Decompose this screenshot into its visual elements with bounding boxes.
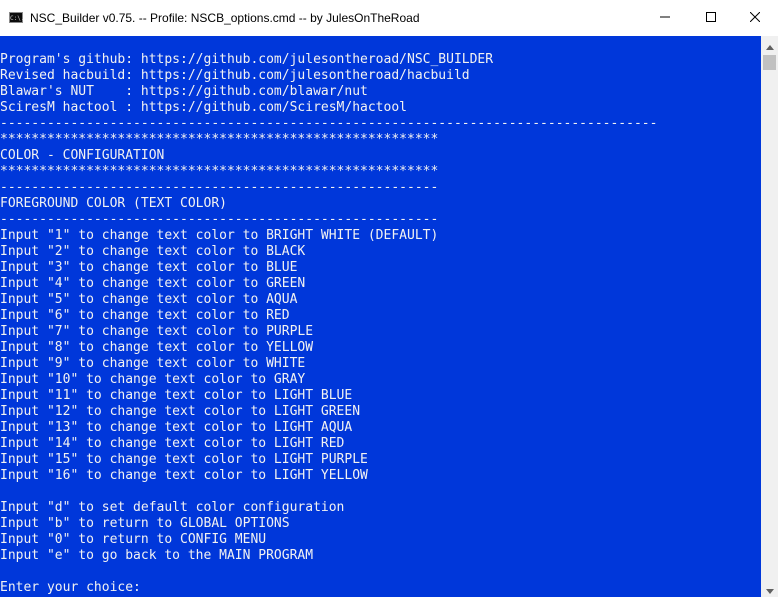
console-line: Enter your choice: — [0, 580, 141, 595]
scroll-up-arrow-icon — [765, 35, 774, 54]
console-icon: C:\. — [9, 12, 24, 23]
console-line: Input "16" to change text color to LIGHT… — [0, 468, 368, 483]
console-line: ****************************************… — [0, 164, 439, 179]
console-line: Input "13" to change text color to LIGHT… — [0, 420, 353, 435]
console-output[interactable]: Program's github: https://github.com/jul… — [0, 36, 761, 597]
console-lines: Program's github: https://github.com/jul… — [0, 52, 657, 596]
console-line: Input "0" to return to CONFIG MENU — [0, 532, 267, 547]
minimize-button[interactable] — [642, 0, 688, 36]
console-line: Revised hacbuild: https://github.com/jul… — [0, 68, 470, 83]
console-line: Input "3" to change text color to BLUE — [0, 260, 298, 275]
console-line: Input "5" to change text color to AQUA — [0, 292, 298, 307]
maximize-button[interactable] — [688, 0, 734, 36]
maximize-icon — [706, 9, 716, 27]
console-line: Input "6" to change text color to RED — [0, 308, 290, 323]
console-line: Input "7" to change text color to PURPLE — [0, 324, 314, 339]
console-line: COLOR - CONFIGURATION — [0, 148, 165, 163]
console-window: C:\. NSC_Builder v0.75. -- Profile: NSCB… — [0, 0, 778, 597]
scroll-down-button[interactable] — [761, 580, 778, 597]
close-button[interactable] — [732, 0, 778, 36]
console-line: ****************************************… — [0, 132, 439, 147]
console-line: ----------------------------------------… — [0, 180, 439, 195]
console-line: Input "b" to return to GLOBAL OPTIONS — [0, 516, 290, 531]
console-line: Input "2" to change text color to BLACK — [0, 244, 306, 259]
console-line: ----------------------------------------… — [0, 212, 439, 227]
close-icon — [749, 9, 761, 27]
console-line: Input "11" to change text color to LIGHT… — [0, 388, 353, 403]
minimize-icon — [660, 9, 670, 27]
console-line: Input "14" to change text color to LIGHT… — [0, 436, 345, 451]
vertical-scrollbar[interactable] — [761, 36, 778, 597]
console-line: Input "e" to go back to the MAIN PROGRAM — [0, 548, 314, 563]
console-line: Input "15" to change text color to LIGHT… — [0, 452, 368, 467]
console-line: Input "d" to set default color configura… — [0, 500, 345, 515]
console-line: Blawar's NUT : https://github.com/blawar… — [0, 84, 368, 99]
console-line: ----------------------------------------… — [0, 116, 658, 131]
window-title: NSC_Builder v0.75. -- Profile: NSCB_opti… — [30, 11, 420, 25]
console-line: Input "12" to change text color to LIGHT… — [0, 404, 361, 419]
scroll-track[interactable] — [761, 53, 778, 580]
console-line: Input "10" to change text color to GRAY — [0, 372, 306, 387]
scroll-thumb[interactable] — [763, 55, 776, 70]
console-line: Input "4" to change text color to GREEN — [0, 276, 306, 291]
console-line: SciresM hactool : https://github.com/Sci… — [0, 100, 407, 115]
scroll-down-arrow-icon — [765, 579, 774, 597]
console-line: Input "9" to change text color to WHITE — [0, 356, 306, 371]
console-line: Program's github: https://github.com/jul… — [0, 52, 494, 67]
title-bar[interactable]: C:\. NSC_Builder v0.75. -- Profile: NSCB… — [0, 0, 778, 37]
console-line: FOREGROUND COLOR (TEXT COLOR) — [0, 196, 227, 211]
scroll-up-button[interactable] — [761, 36, 778, 53]
console-line: Input "1" to change text color to BRIGHT… — [0, 228, 439, 243]
console-line: Input "8" to change text color to YELLOW — [0, 340, 314, 355]
